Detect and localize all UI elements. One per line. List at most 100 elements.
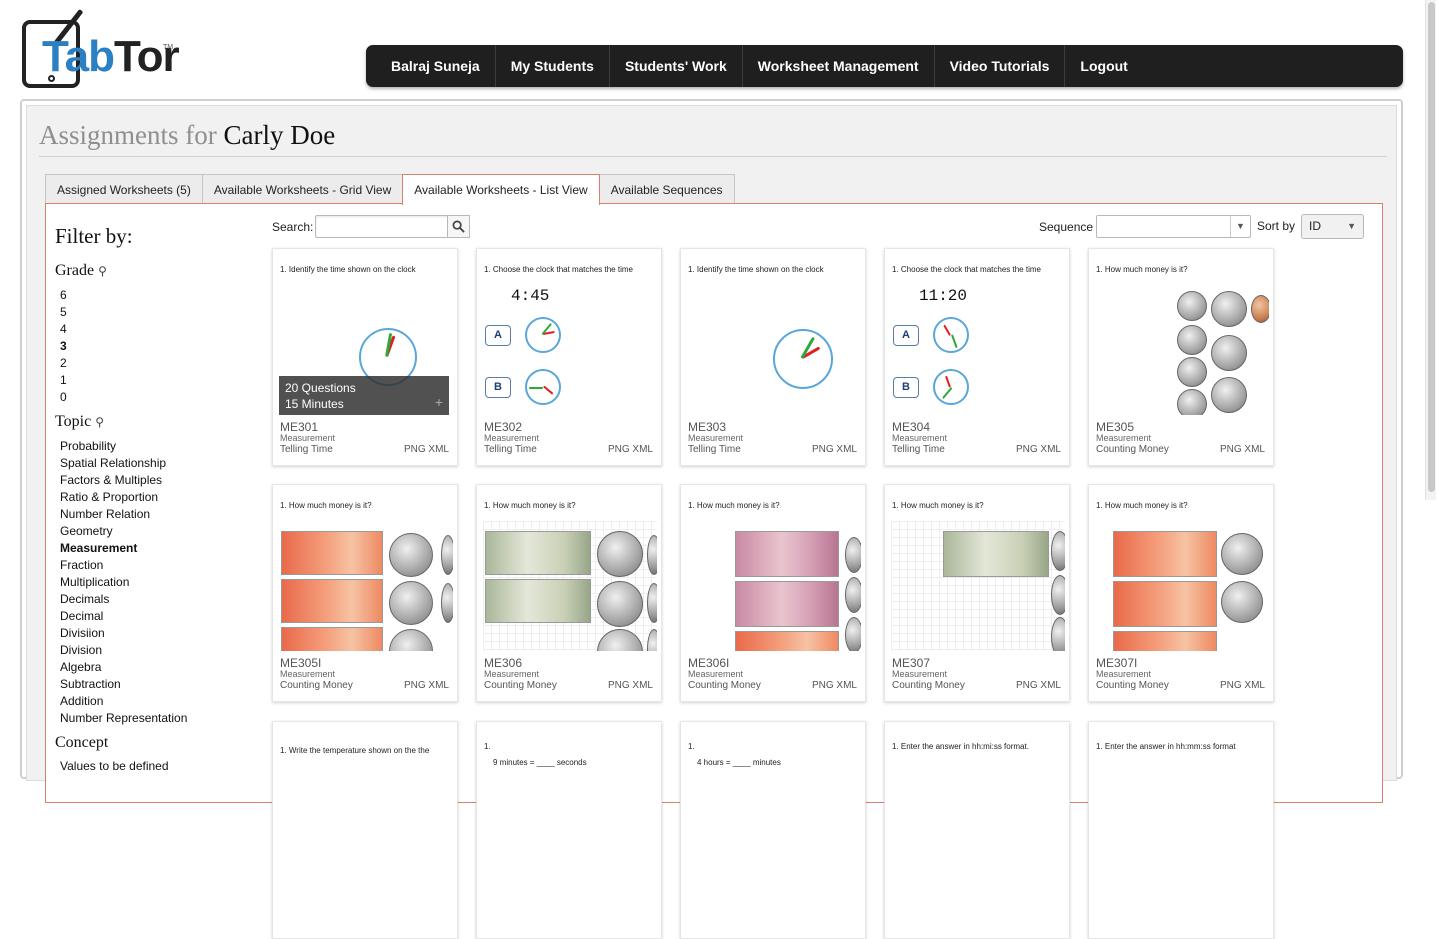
page-scrollbar[interactable] [1425, 0, 1436, 500]
grade-option-selected[interactable]: 3 [60, 338, 67, 355]
grade-option[interactable]: 1 [60, 372, 67, 389]
worksheet-formats[interactable]: PNG XML [404, 680, 449, 691]
coin-icon [1051, 575, 1065, 615]
worksheet-card-me306i[interactable]: 1. How much money is it? ME306I Measurem… [680, 484, 866, 702]
grade-option[interactable]: 5 [60, 304, 67, 321]
sequence-label: Sequence [1039, 220, 1094, 234]
filter-funnel-icon[interactable]: ⚲ [98, 264, 107, 278]
nav-user[interactable]: Balraj Suneja [376, 45, 496, 87]
coin-icon [441, 583, 453, 623]
coin-icon [845, 617, 861, 651]
grade-option[interactable]: 6 [60, 287, 67, 304]
worksheet-category: Measurement [892, 433, 948, 443]
topic-option[interactable]: Multiplication [60, 574, 187, 591]
nav-video-tutorials[interactable]: Video Tutorials [935, 45, 1066, 87]
worksheet-thumbnail: 1. 9 minutes = ____ seconds [483, 728, 657, 888]
topic-option[interactable]: Decimals [60, 591, 187, 608]
worksheet-card[interactable]: 1. Enter the answer in hh:mm:ss format [1088, 721, 1274, 939]
worksheet-info-overlay: 20 Questions 15 Minutes + [279, 376, 449, 415]
worksheet-card[interactable]: 1. 4 hours = ____ minutes [680, 721, 866, 939]
worksheet-card-me307i[interactable]: 1. How much money is it? ME307I Measurem… [1088, 484, 1274, 702]
sort-select[interactable]: ID ▼ [1301, 214, 1364, 239]
worksheet-formats[interactable]: PNG XML [404, 444, 449, 455]
worksheet-formats[interactable]: PNG XML [608, 680, 653, 691]
topic-option[interactable]: Factors & Multiples [60, 472, 187, 489]
divider [39, 156, 1387, 157]
topic-option[interactable]: Number Relation [60, 506, 187, 523]
worksheet-thumbnail: 1. 4 hours = ____ minutes [687, 728, 861, 888]
worksheet-card[interactable]: 1. Write the temperature shown on the th… [272, 721, 458, 939]
coin-icon [1211, 291, 1247, 327]
worksheet-card-me303[interactable]: 1. Identify the time shown on the clock … [680, 248, 866, 466]
concept-option[interactable]: Values to be defined [60, 758, 169, 775]
worksheet-card[interactable]: 1. 9 minutes = ____ seconds [476, 721, 662, 939]
banknote-image [281, 627, 383, 651]
search-button[interactable] [447, 215, 470, 238]
worksheet-card-me301[interactable]: 1. Identify the time shown on the clock … [272, 248, 458, 466]
sequence-select[interactable]: ▼ [1096, 215, 1251, 238]
worksheet-formats[interactable]: PNG XML [1016, 680, 1061, 691]
topic-option[interactable]: Geometry [60, 523, 187, 540]
worksheet-thumbnail: 1. How much money is it? [279, 491, 453, 651]
worksheet-category: Measurement [1096, 669, 1152, 679]
worksheet-thumbnail: 1. How much money is it? [1095, 255, 1269, 415]
worksheet-formats[interactable]: PNG XML [812, 444, 857, 455]
worksheet-card-me306[interactable]: 1. How much money is it? ME306 Measureme… [476, 484, 662, 702]
topic-option[interactable]: Fraction [60, 557, 187, 574]
topic-option[interactable]: Addition [60, 693, 187, 710]
nav-logout[interactable]: Logout [1065, 45, 1142, 87]
worksheet-category: Measurement [280, 669, 336, 679]
grade-option[interactable]: 2 [60, 355, 67, 372]
tab-assigned-worksheets[interactable]: Assigned Worksheets (5) [45, 174, 203, 204]
tab-grid-view[interactable]: Available Worksheets - Grid View [201, 174, 404, 204]
coin-icon [1177, 357, 1207, 387]
coin-icon [1221, 533, 1263, 575]
add-icon[interactable]: + [435, 394, 443, 410]
worksheet-formats[interactable]: PNG XML [608, 444, 653, 455]
nav-worksheet-management[interactable]: Worksheet Management [743, 45, 935, 87]
topic-option-selected[interactable]: Measurement [60, 540, 187, 557]
grade-option[interactable]: 4 [60, 321, 67, 338]
tab-list-view[interactable]: Available Worksheets - List View [402, 174, 600, 205]
coin-icon [845, 537, 861, 573]
scrollbar-thumb[interactable] [1428, 2, 1435, 492]
nav-my-students[interactable]: My Students [496, 45, 610, 87]
worksheet-thumbnail: 1. Identify the time shown on the clock … [279, 255, 453, 415]
coin-icon [441, 535, 453, 575]
worksheet-thumbnail: 1. How much money is it? [1095, 491, 1269, 651]
tab-available-sequences[interactable]: Available Sequences [598, 174, 735, 204]
topic-option[interactable]: Decimal [60, 608, 187, 625]
worksheet-category: Measurement [688, 433, 744, 443]
topic-list: Probability Spatial Relationship Factors… [60, 438, 187, 727]
topic-option[interactable]: Division [60, 642, 187, 659]
worksheet-code: ME304 [892, 420, 931, 434]
worksheet-formats[interactable]: PNG XML [1220, 680, 1265, 691]
worksheet-card-me302[interactable]: 1. Choose the clock that matches the tim… [476, 248, 662, 466]
worksheet-category: Measurement [892, 669, 948, 679]
worksheet-card[interactable]: 1. Enter the answer in hh:mi:ss format. [884, 721, 1070, 939]
worksheet-card-me305[interactable]: 1. How much money is it? ME305 Measureme… [1088, 248, 1274, 466]
tab-bar: Assigned Worksheets (5) Available Worksh… [45, 174, 735, 205]
filter-funnel-icon[interactable]: ⚲ [95, 415, 104, 429]
tabtor-logo[interactable]: TabTor TM [20, 6, 180, 92]
topic-option[interactable]: Number Representation [60, 710, 187, 727]
topic-option[interactable]: Divisiion [60, 625, 187, 642]
banknote-image [735, 531, 839, 577]
nav-students-work[interactable]: Students' Work [610, 45, 743, 87]
worksheet-formats[interactable]: PNG XML [812, 680, 857, 691]
coin-icon [1051, 617, 1065, 651]
topic-option[interactable]: Spatial Relationship [60, 455, 187, 472]
topic-option[interactable]: Ratio & Proportion [60, 489, 187, 506]
worksheet-subtopic: Counting Money [280, 680, 353, 691]
worksheet-formats[interactable]: PNG XML [1016, 444, 1061, 455]
topic-option[interactable]: Probability [60, 438, 187, 455]
worksheet-thumbnail: 1. Choose the clock that matches the tim… [891, 255, 1065, 415]
topic-option[interactable]: Algebra [60, 659, 187, 676]
worksheet-card-me305i[interactable]: 1. How much money is it? ME305I Measurem… [272, 484, 458, 702]
worksheet-formats[interactable]: PNG XML [1220, 444, 1265, 455]
worksheet-card-me307[interactable]: 1. How much money is it? ME307 Measureme… [884, 484, 1070, 702]
worksheet-card-me304[interactable]: 1. Choose the clock that matches the tim… [884, 248, 1070, 466]
grade-option[interactable]: 0 [60, 389, 67, 406]
topic-option[interactable]: Subtraction [60, 676, 187, 693]
page-title: Assignments for Carly Doe [39, 120, 336, 150]
